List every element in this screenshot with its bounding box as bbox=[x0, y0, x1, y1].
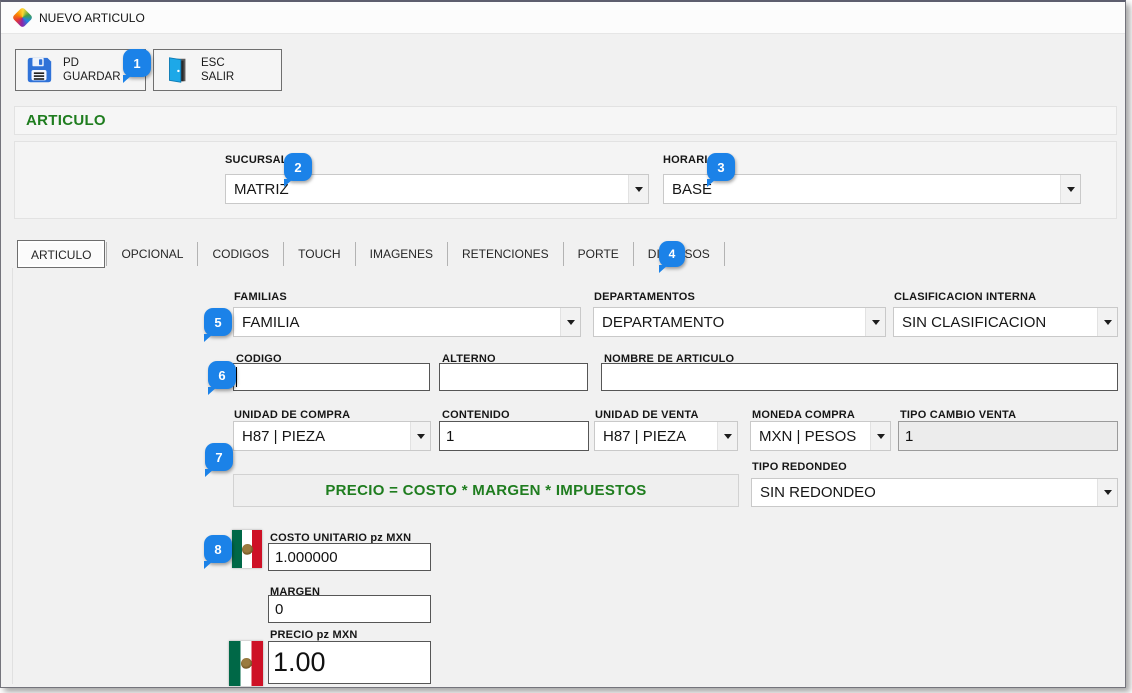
exit-button-label: ESC SALIR bbox=[201, 56, 234, 84]
familias-label: FAMILIAS bbox=[234, 291, 287, 303]
contenido-input[interactable] bbox=[439, 421, 589, 451]
chevron-down-icon[interactable] bbox=[410, 422, 430, 450]
tipo-redondeo-label: TIPO REDONDEO bbox=[752, 461, 847, 473]
tab-separator bbox=[283, 242, 284, 266]
unidad-venta-select[interactable]: H87 | PIEZA bbox=[594, 421, 738, 451]
unidad-compra-select[interactable]: H87 | PIEZA bbox=[233, 421, 431, 451]
tipo-cambio-input bbox=[898, 421, 1118, 451]
door-icon bbox=[162, 55, 192, 85]
price-formula: PRECIO = COSTO * MARGEN * IMPUESTOS bbox=[325, 482, 646, 499]
unidad-venta-label: UNIDAD DE VENTA bbox=[595, 409, 699, 421]
sucursal-label: SUCURSAL bbox=[225, 154, 288, 166]
alterno-input[interactable] bbox=[439, 363, 588, 391]
annotation-badge-8: 8 bbox=[204, 535, 232, 563]
tab-codigos[interactable]: CODIGOS bbox=[199, 240, 282, 268]
tab-separator bbox=[355, 242, 356, 266]
save-button-label: PD GUARDAR bbox=[63, 56, 121, 84]
tab-articulo[interactable]: ARTICULO bbox=[17, 240, 105, 268]
nombre-articulo-input[interactable] bbox=[601, 363, 1118, 391]
tab-separator bbox=[633, 242, 634, 266]
section-header-box: ARTICULO bbox=[14, 106, 1117, 135]
annotation-badge-2: 2 bbox=[284, 153, 312, 181]
floppy-disk-icon bbox=[24, 55, 54, 85]
text-cursor bbox=[236, 367, 237, 387]
screen: NUEVO ARTICULO PD GUARDAR bbox=[0, 0, 1132, 693]
clasificacion-label: CLASIFICACION INTERNA bbox=[894, 291, 1036, 303]
codigo-input[interactable] bbox=[233, 363, 430, 391]
contenido-label: CONTENIDO bbox=[442, 409, 510, 421]
chevron-down-icon[interactable] bbox=[870, 422, 890, 450]
chevron-down-icon[interactable] bbox=[1097, 308, 1117, 336]
moneda-compra-label: MONEDA COMPRA bbox=[752, 409, 855, 421]
tab-separator bbox=[563, 242, 564, 266]
color-diamond-icon bbox=[12, 7, 33, 28]
mexico-flag-icon bbox=[232, 530, 262, 568]
tipo-cambio-label: TIPO CAMBIO VENTA bbox=[900, 409, 1016, 421]
margen-input[interactable] bbox=[268, 595, 431, 623]
annotation-badge-3: 3 bbox=[707, 153, 735, 181]
section-header: ARTICULO bbox=[26, 112, 106, 129]
tab-separator bbox=[197, 242, 198, 266]
window-title: NUEVO ARTICULO bbox=[39, 11, 145, 25]
familias-select[interactable]: FAMILIA bbox=[233, 307, 581, 337]
nuevo-articulo-window: NUEVO ARTICULO PD GUARDAR bbox=[0, 0, 1126, 688]
moneda-compra-select[interactable]: MXN | PESOS bbox=[750, 421, 891, 451]
departamentos-select[interactable]: DEPARTAMENTO bbox=[593, 307, 886, 337]
annotation-badge-1: 1 bbox=[123, 49, 151, 77]
departamentos-label: DEPARTAMENTOS bbox=[594, 291, 695, 303]
annotation-badge-7: 7 bbox=[205, 443, 233, 471]
chevron-down-icon[interactable] bbox=[865, 308, 885, 336]
chevron-down-icon[interactable] bbox=[560, 308, 580, 336]
price-formula-box: PRECIO = COSTO * MARGEN * IMPUESTOS bbox=[233, 474, 739, 507]
unidad-compra-label: UNIDAD DE COMPRA bbox=[234, 409, 350, 421]
annotation-badge-6: 6 bbox=[208, 361, 236, 389]
mexico-flag-icon bbox=[229, 641, 263, 686]
clasificacion-select[interactable]: SIN CLASIFICACION bbox=[893, 307, 1118, 337]
tab-retenciones[interactable]: RETENCIONES bbox=[449, 240, 562, 268]
costo-unitario-input[interactable] bbox=[268, 543, 431, 571]
tab-strip: ARTICULO OPCIONAL CODIGOS TOUCH IMAGENES… bbox=[17, 239, 726, 268]
tab-opcional[interactable]: OPCIONAL bbox=[108, 240, 196, 268]
chevron-down-icon[interactable] bbox=[1060, 175, 1080, 203]
exit-button[interactable]: ESC SALIR bbox=[153, 49, 282, 91]
tab-touch[interactable]: TOUCH bbox=[285, 240, 353, 268]
precio-label: PRECIO pz MXN bbox=[270, 629, 358, 641]
chevron-down-icon[interactable] bbox=[628, 175, 648, 203]
tab-imagenes[interactable]: IMAGENES bbox=[357, 240, 446, 268]
tab-separator bbox=[724, 242, 725, 266]
tab-separator bbox=[106, 242, 107, 266]
title-bar: NUEVO ARTICULO bbox=[1, 2, 1125, 34]
tab-porte[interactable]: PORTE bbox=[565, 240, 632, 268]
chevron-down-icon[interactable] bbox=[717, 422, 737, 450]
annotation-badge-5: 5 bbox=[204, 308, 232, 336]
annotation-badge-4: 4 bbox=[659, 241, 685, 267]
tipo-redondeo-select[interactable]: SIN REDONDEO bbox=[751, 478, 1118, 507]
precio-input[interactable] bbox=[268, 641, 431, 684]
tab-separator bbox=[447, 242, 448, 266]
chevron-down-icon[interactable] bbox=[1097, 479, 1117, 506]
